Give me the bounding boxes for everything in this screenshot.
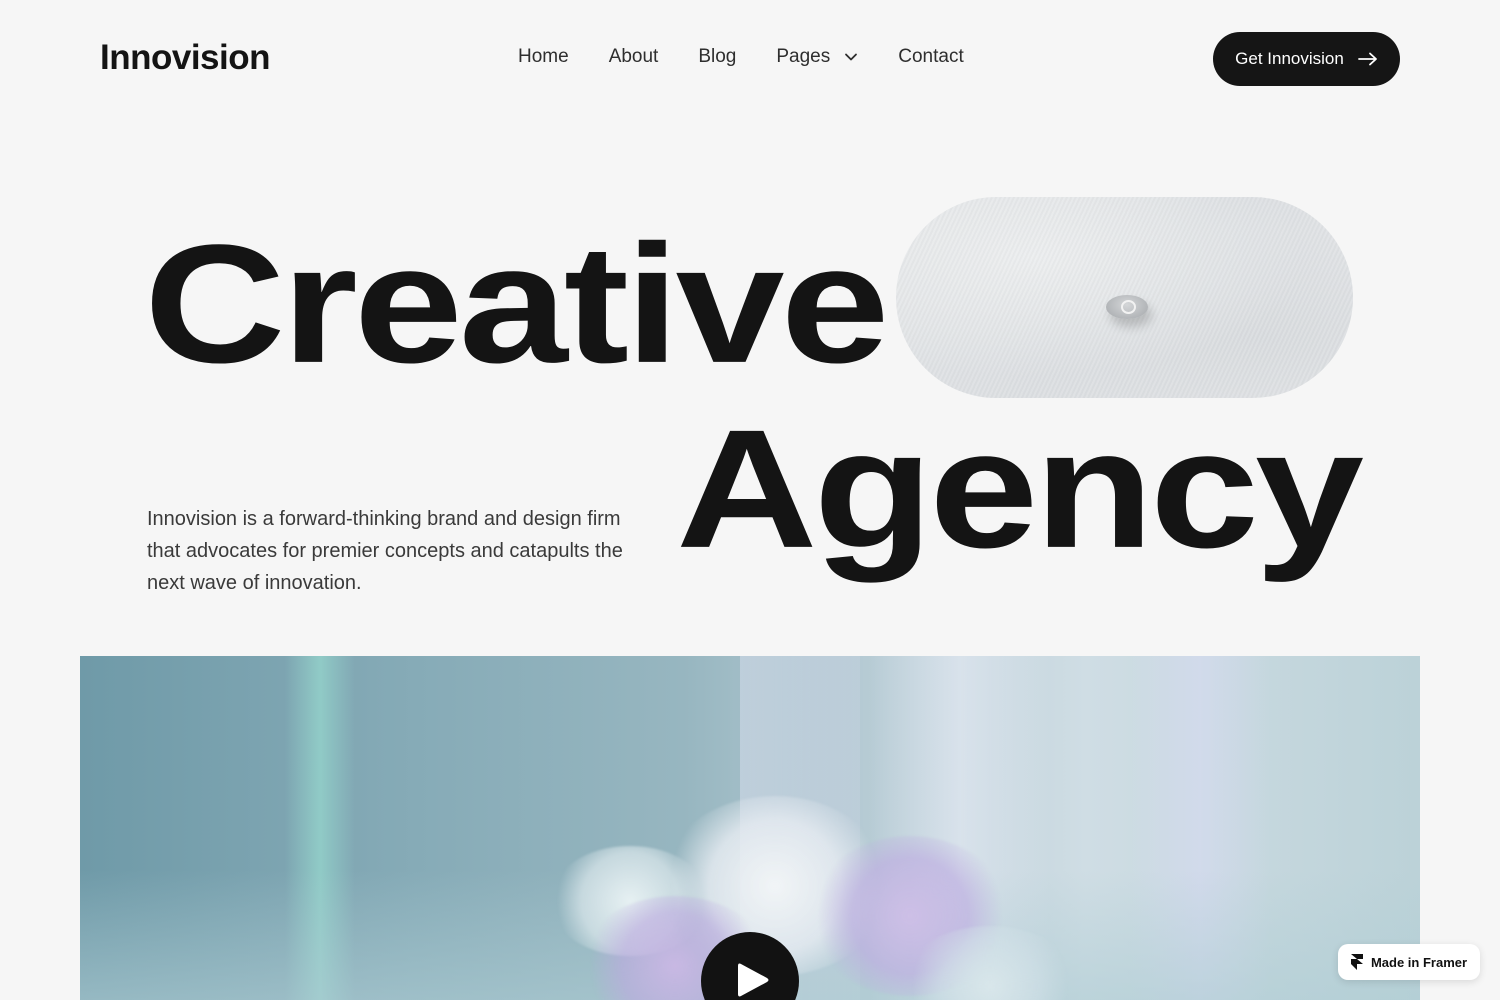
- hero-description: Innovision is a forward-thinking brand a…: [147, 508, 623, 594]
- hero-headline-agency: Agency: [676, 394, 1364, 584]
- main-nav: Home About Blog Pages Contact: [518, 46, 964, 68]
- cta-label: Get Innovision: [1235, 49, 1344, 68]
- nav-item-about[interactable]: About: [609, 46, 659, 68]
- nav-item-label: Blog: [698, 46, 737, 67]
- get-innovision-button[interactable]: Get Innovision: [1213, 32, 1400, 86]
- arrow-right-icon: [1357, 52, 1377, 66]
- nav-item-pages[interactable]: Pages: [776, 46, 858, 68]
- nav-item-contact[interactable]: Contact: [898, 46, 963, 68]
- hero-headline-creative: Creative: [144, 209, 890, 399]
- made-in-framer-badge[interactable]: Made in Framer: [1338, 944, 1480, 980]
- hero-pill-image: [896, 197, 1353, 398]
- nav-item-label: Pages: [776, 46, 831, 67]
- play-icon: [738, 963, 769, 997]
- chevron-down-icon: [845, 53, 858, 61]
- nav-item-label: Home: [518, 46, 569, 67]
- badge-label: Made in Framer: [1370, 954, 1468, 970]
- nav-item-label: Contact: [898, 46, 964, 67]
- metal-button-object: [1106, 295, 1148, 319]
- nav-item-label: About: [608, 46, 659, 67]
- nav-item-home[interactable]: Home: [518, 46, 569, 68]
- hero-video[interactable]: [80, 656, 1420, 1000]
- brand-logo[interactable]: Innovision: [100, 38, 271, 78]
- framer-icon: [1350, 954, 1363, 970]
- page: Innovision Home About Blog Pages Contact…: [0, 0, 1500, 1000]
- nav-item-blog[interactable]: Blog: [698, 46, 736, 68]
